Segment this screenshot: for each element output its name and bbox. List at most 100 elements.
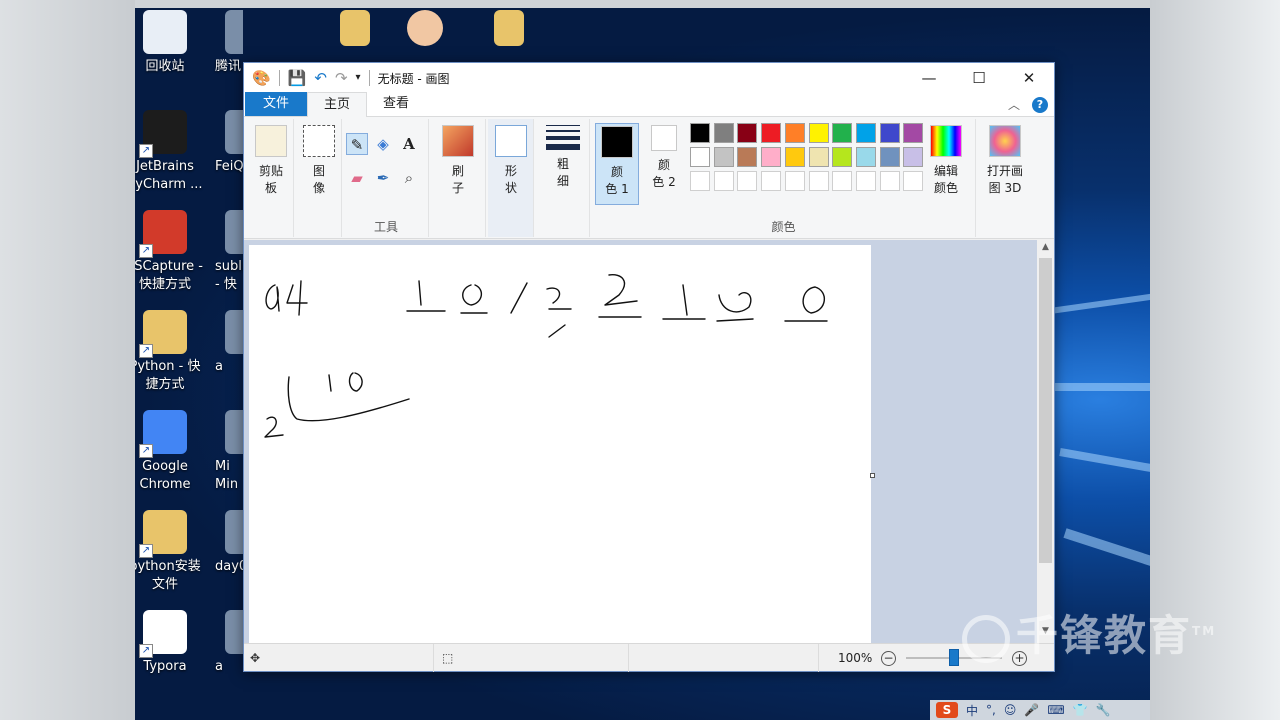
desktop-icon-partial[interactable]: subli - 快 — [205, 210, 243, 294]
redo-icon[interactable]: ↷ — [335, 68, 348, 88]
color-swatch[interactable] — [808, 147, 829, 167]
tools-icon[interactable]: 🔧 — [1096, 703, 1111, 717]
color-swatch[interactable] — [832, 147, 853, 167]
desktop-icon-folder[interactable] — [469, 10, 549, 50]
drawing-canvas[interactable] — [249, 245, 871, 643]
emoji-icon[interactable]: ☺ — [1004, 703, 1017, 717]
desktop-icon-pycharm[interactable]: ↗JetBrains PyCharm ... — [135, 110, 205, 194]
custom-color-slot[interactable] — [761, 171, 782, 191]
keyboard-icon[interactable]: ⌨ — [1047, 703, 1064, 717]
desktop-icon-partial[interactable]: Mi Min — [205, 410, 243, 494]
desktop-icon-folder[interactable] — [315, 10, 395, 50]
punctuation-icon[interactable]: °, — [986, 703, 996, 717]
color-swatch[interactable] — [879, 147, 900, 167]
color-swatch[interactable] — [761, 123, 782, 143]
stroke — [510, 282, 572, 338]
handwriting-strokes — [264, 274, 828, 438]
desktop-icon-partial[interactable]: day0 — [205, 510, 243, 576]
color-swatch[interactable] — [713, 147, 734, 167]
edit-colors-button[interactable]: 编辑 颜色 — [924, 123, 968, 197]
color-swatch[interactable] — [855, 123, 876, 143]
custom-color-slot[interactable] — [832, 171, 853, 191]
minimize-button[interactable]: — — [904, 63, 954, 93]
color-picker-icon[interactable]: ✒ — [372, 167, 394, 189]
color-swatch[interactable] — [832, 123, 853, 143]
desktop-icon-recycle-bin[interactable]: 回收站 — [135, 10, 205, 76]
quick-access-toolbar: 🎨 💾 ↶ ↷ ▾ — [244, 68, 370, 88]
size-button[interactable]: 粗 细 — [541, 123, 585, 190]
clipboard-button[interactable]: 剪贴 板 — [249, 123, 293, 197]
scroll-thumb[interactable] — [1039, 258, 1052, 563]
clipboard-group: 剪贴 板 — [248, 119, 294, 237]
stroke — [406, 280, 446, 312]
shortcut-arrow-icon: ↗ — [139, 444, 153, 458]
brushes-button[interactable]: 刷 子 — [436, 123, 480, 197]
pencil-icon[interactable]: ✎ — [346, 133, 368, 155]
undo-icon[interactable]: ↶ — [314, 68, 327, 88]
color-swatch[interactable] — [737, 147, 758, 167]
desktop-icon-label: subli - 快 — [215, 259, 243, 292]
custom-color-slot[interactable] — [784, 171, 805, 191]
zoom-slider-thumb[interactable] — [949, 649, 959, 666]
desktop-icon-partial[interactable]: a — [205, 310, 243, 376]
help-icon[interactable]: ? — [1032, 96, 1048, 113]
color1-swatch — [601, 126, 633, 158]
custom-color-slot[interactable] — [808, 171, 829, 191]
color2-button[interactable]: 颜 色 2 — [642, 123, 686, 191]
color-swatch[interactable] — [903, 147, 924, 167]
fill-bucket-icon[interactable]: ◈ — [372, 133, 394, 155]
tab-view[interactable]: 查看 — [367, 92, 425, 116]
custom-color-slot[interactable] — [690, 171, 710, 191]
canvas-resize-handle[interactable] — [870, 473, 875, 478]
desktop-icon-partial[interactable]: a — [205, 610, 243, 676]
custom-color-slot[interactable] — [879, 171, 900, 191]
color-swatch[interactable] — [879, 123, 900, 143]
text-icon[interactable]: A — [398, 133, 420, 155]
color-swatch[interactable] — [855, 147, 876, 167]
desktop-icon-chrome[interactable]: ↗ Google Chrome — [135, 410, 205, 494]
ime-mode[interactable]: 中 — [966, 702, 978, 719]
color-swatch[interactable] — [784, 123, 805, 143]
color-swatch[interactable] — [713, 123, 734, 143]
collapse-ribbon-icon[interactable]: ︿ — [1008, 96, 1020, 113]
color-swatch[interactable] — [761, 147, 782, 167]
skin-icon[interactable]: 👕 — [1073, 703, 1088, 717]
custom-color-slot[interactable] — [903, 171, 924, 191]
color-swatch[interactable] — [737, 123, 758, 143]
desktop-icon-partial[interactable]: FeiQ — [205, 110, 243, 176]
image-button[interactable]: 图 像 — [297, 123, 341, 197]
tab-file[interactable]: 文件 — [245, 92, 308, 116]
desktop-icon-folder[interactable]: ↗ Python - 快捷方式 — [135, 310, 205, 394]
custom-color-slot[interactable] — [737, 171, 758, 191]
pycharm-icon: ↗ — [139, 110, 187, 158]
magnifier-icon[interactable]: ⌕ — [398, 167, 420, 189]
save-icon[interactable]: 💾 — [288, 68, 307, 88]
custom-color-slot[interactable] — [855, 171, 876, 191]
open-paint3d-button[interactable]: 打开画 图 3D — [980, 123, 1030, 197]
desktop-icon-partial[interactable]: 腾讯 — [205, 10, 243, 76]
maximize-button[interactable]: ☐ — [954, 63, 1004, 93]
vertical-scrollbar[interactable]: ▲ ▼ — [1037, 240, 1054, 643]
selection-size-icon: ⬚ — [442, 651, 454, 665]
close-button[interactable]: ✕ — [1004, 63, 1054, 93]
shapes-button[interactable]: 形 状 — [489, 123, 533, 197]
zoom-out-button[interactable]: − — [881, 651, 896, 666]
sogou-ime-badge[interactable]: S — [936, 702, 958, 718]
color1-button[interactable]: 颜 色 1 — [595, 123, 639, 205]
desktop-icon-fscapture[interactable]: ↗FSCapture - 快捷方式 — [135, 210, 205, 294]
custom-color-slot[interactable] — [713, 171, 734, 191]
paint-app-icon[interactable]: 🎨 — [252, 68, 271, 88]
microphone-icon[interactable]: 🎤 — [1024, 703, 1039, 717]
desktop-icon-user[interactable] — [385, 10, 465, 50]
tab-home[interactable]: 主页 — [307, 92, 368, 117]
color-swatch[interactable] — [808, 123, 829, 143]
color-swatch[interactable] — [903, 123, 924, 143]
desktop-icon-folder[interactable]: ↗ python安装文件 — [135, 510, 205, 594]
scroll-up-icon[interactable]: ▲ — [1037, 242, 1054, 252]
color-swatch[interactable] — [784, 147, 805, 167]
color-swatch[interactable] — [690, 123, 710, 143]
eraser-icon[interactable]: ▰ — [346, 167, 368, 189]
color-swatch[interactable] — [690, 147, 710, 167]
customize-qa-icon[interactable]: ▾ — [356, 68, 361, 88]
desktop-icon-typora[interactable]: ↗ Typora — [135, 610, 205, 676]
